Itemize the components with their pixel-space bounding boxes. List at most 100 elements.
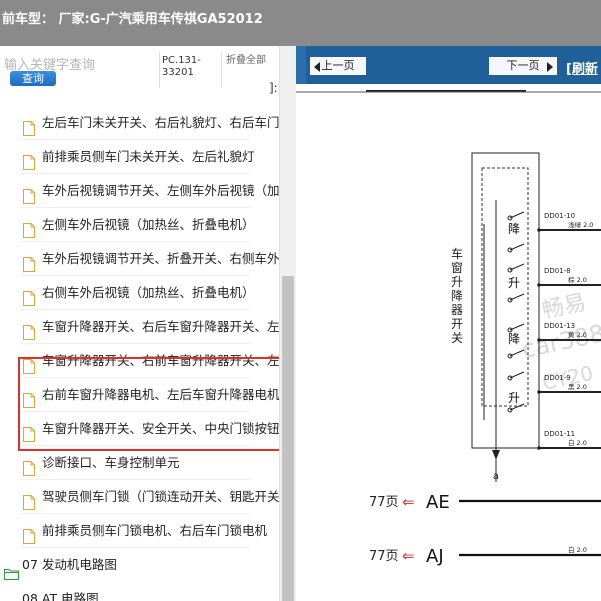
scroll-thumb[interactable] [282,276,294,601]
watermark-text: 畅易 [540,290,588,324]
title-text: 前车型： 厂家:G-广汽乘用车传祺GA52012 [2,12,263,27]
document-tree: 左后车门未关开关、右后礼貌灯、右后车门未关开关前排乘员侧车门未关开关、左后礼貌灯… [0,106,279,601]
tree-item[interactable]: 车外后视镜调节开关、左侧车外后视镜（加热丝、折叠电机） [0,174,279,208]
pin-label: DD01-11 [544,430,575,438]
highlight-box [18,357,281,451]
search-button[interactable]: 查询 [10,71,56,86]
wire-color-label: 浅绿 2.0 [568,220,593,229]
wire-color-label: 白 2.0 [568,545,587,554]
document-icon [23,251,35,272]
pin-label: DD01-10 [544,212,575,220]
switch-title-char: 车 [451,246,463,261]
contact-blade [509,211,525,219]
pin-dot [537,338,541,342]
page-ref-code: AJ [426,546,444,567]
switch-title-char: 关 [451,331,463,345]
tree-item-label: 车外后视镜调节开关、左侧车外后视镜（加热丝、折叠电机） [42,183,279,198]
tree-item[interactable]: 前排乘员侧车门未关开关、左后礼貌灯 [0,140,279,174]
tree-item[interactable]: 左后车门未关开关、右后礼貌灯、右后车门未关开关 [0,106,279,140]
contact-blade [509,293,525,301]
switch-title-char: 升 [451,275,463,289]
tree-item[interactable]: 车外后视镜调节开关、折叠开关、右侧车外后视镜 [0,242,279,276]
bus-label: a [493,471,499,482]
document-icon [23,115,35,136]
contact-blade [509,263,525,271]
switch-direction-label: 升 [508,391,520,405]
tree-item-label: 左侧车外后视镜（加热丝、折叠电机） [42,217,255,232]
switch-title-char: 器 [451,303,463,317]
wire-color-label: 黑 2.0 [568,383,587,391]
tree-item[interactable]: 前排乘员侧车门锁电机、右后车门锁电机 [0,514,279,548]
tree-scrollbar[interactable] [279,46,296,601]
pin-dot [537,228,541,232]
left-panel: 查询 PC.131-33201 折叠全部 ]: 左后车门未关开关、右后礼貌灯、右… [0,46,296,601]
switch-title-char: 开 [451,317,463,331]
pin-label: DD01-13 [544,322,575,330]
tree-item-label: 前排乘员侧车门未关开关、左后礼貌灯 [42,149,255,164]
tree-folder-label: 08 AT 电路图 [22,591,99,601]
tree-item-label: 右侧车外后视镜（加热丝、折叠电机） [42,285,255,300]
bracket-glyph: ]: [269,81,278,95]
wiring-diagram: 畅易car388.CY20 车窗升降器开关降升降升a DD01-10浅绿 2.0… [296,90,601,601]
search-area: 查询 PC.131-33201 折叠全部 ]: [0,46,296,95]
tree-item-label: 车外后视镜调节开关、折叠开关、右侧车外后视镜 [42,251,279,266]
left-triangle-icon [314,62,320,72]
prev-page-label: 上一页 [321,59,355,72]
page-ref-number: 77页 [369,549,399,564]
page-ref-arrow: ⇐ [402,493,415,511]
wire-color-label: 棕 2.0 [568,275,587,284]
bus-arrow [492,450,500,460]
refresh-link[interactable]: [刷新 [566,58,598,77]
document-icon [23,183,35,204]
diagram-top-lines [296,90,601,93]
pin-label: DD01-9 [544,374,571,382]
page-ref-number: 77页 [369,495,399,510]
next-page-button[interactable]: 下一页 [489,57,557,75]
switch-title-char: 降 [451,289,463,303]
tree-item[interactable]: 左侧车外后视镜（加热丝、折叠电机） [0,208,279,242]
page-nav-bar: 上一页 下一页 [刷新 [296,46,601,84]
switch-direction-label: 升 [508,276,520,290]
nav-strip [296,46,306,84]
right-panel: 上一页 下一页 [刷新 畅易 car388. CY20 车窗升降器开关降升降升a D… [296,46,601,601]
tree-folder[interactable]: 08 AT 电路图 [0,582,279,601]
wire-color-label: 黄 2.0 [568,330,587,339]
tree-item[interactable]: 右侧车外后视镜（加热丝、折叠电机） [0,276,279,310]
folder-icon [4,559,19,580]
pin-label: DD01-8 [544,267,571,275]
tree-item[interactable]: 驾驶员侧车门锁（门锁连动开关、钥匙开关） [0,480,279,514]
switch-box: 车窗升降器开关降升降升a [451,152,540,482]
tree-folder-label: 07 发动机电路图 [22,557,117,572]
tree-item[interactable]: 车窗升降器开关、右后车窗升降器开关、左后车窗升降器电机 [0,310,279,344]
switch-dashed-group [481,167,529,407]
document-code: PC.131-33201 [162,55,201,78]
document-icon [23,319,35,340]
collapse-all-button[interactable]: 折叠全部 [226,55,266,66]
switch-direction-label: 降 [508,222,520,236]
tree-item-label: 车窗升降器开关、右后车窗升降器开关、左后车窗升降器电机 [42,319,279,334]
tree-folder[interactable]: 07 发动机电路图 [0,548,279,582]
toolbar-divider [221,52,222,88]
tree-item[interactable]: 诊断接口、车身控制单元 [0,446,279,480]
prev-page-button[interactable]: 上一页 [310,57,366,75]
document-icon [23,455,35,476]
page-references: 77页⇐AE77页⇐AJ白 2.077页⇐AF黄 2.0 [369,492,601,601]
contact-blade [509,323,525,331]
switch-title-char: 窗 [451,261,463,275]
tree-item-label: 诊断接口、车身控制单元 [42,455,180,470]
toolbar-divider [159,52,160,88]
right-triangle-icon [547,62,553,72]
document-icon [23,285,35,306]
next-page-label: 下一页 [506,59,540,72]
folder-icon [4,593,19,601]
tree-item-label: 左后车门未关开关、右后礼貌灯、右后车门未关开关 [42,115,279,130]
switch-direction-label: 降 [508,332,520,346]
wire-color-label: 白 2.0 [568,438,587,447]
document-icon [23,217,35,238]
contact-blade [509,243,525,251]
pin-dot [537,283,541,287]
document-icon [23,523,35,544]
pin-dot [537,390,541,394]
page-ref-code: AE [426,492,450,513]
document-icon [23,489,35,510]
